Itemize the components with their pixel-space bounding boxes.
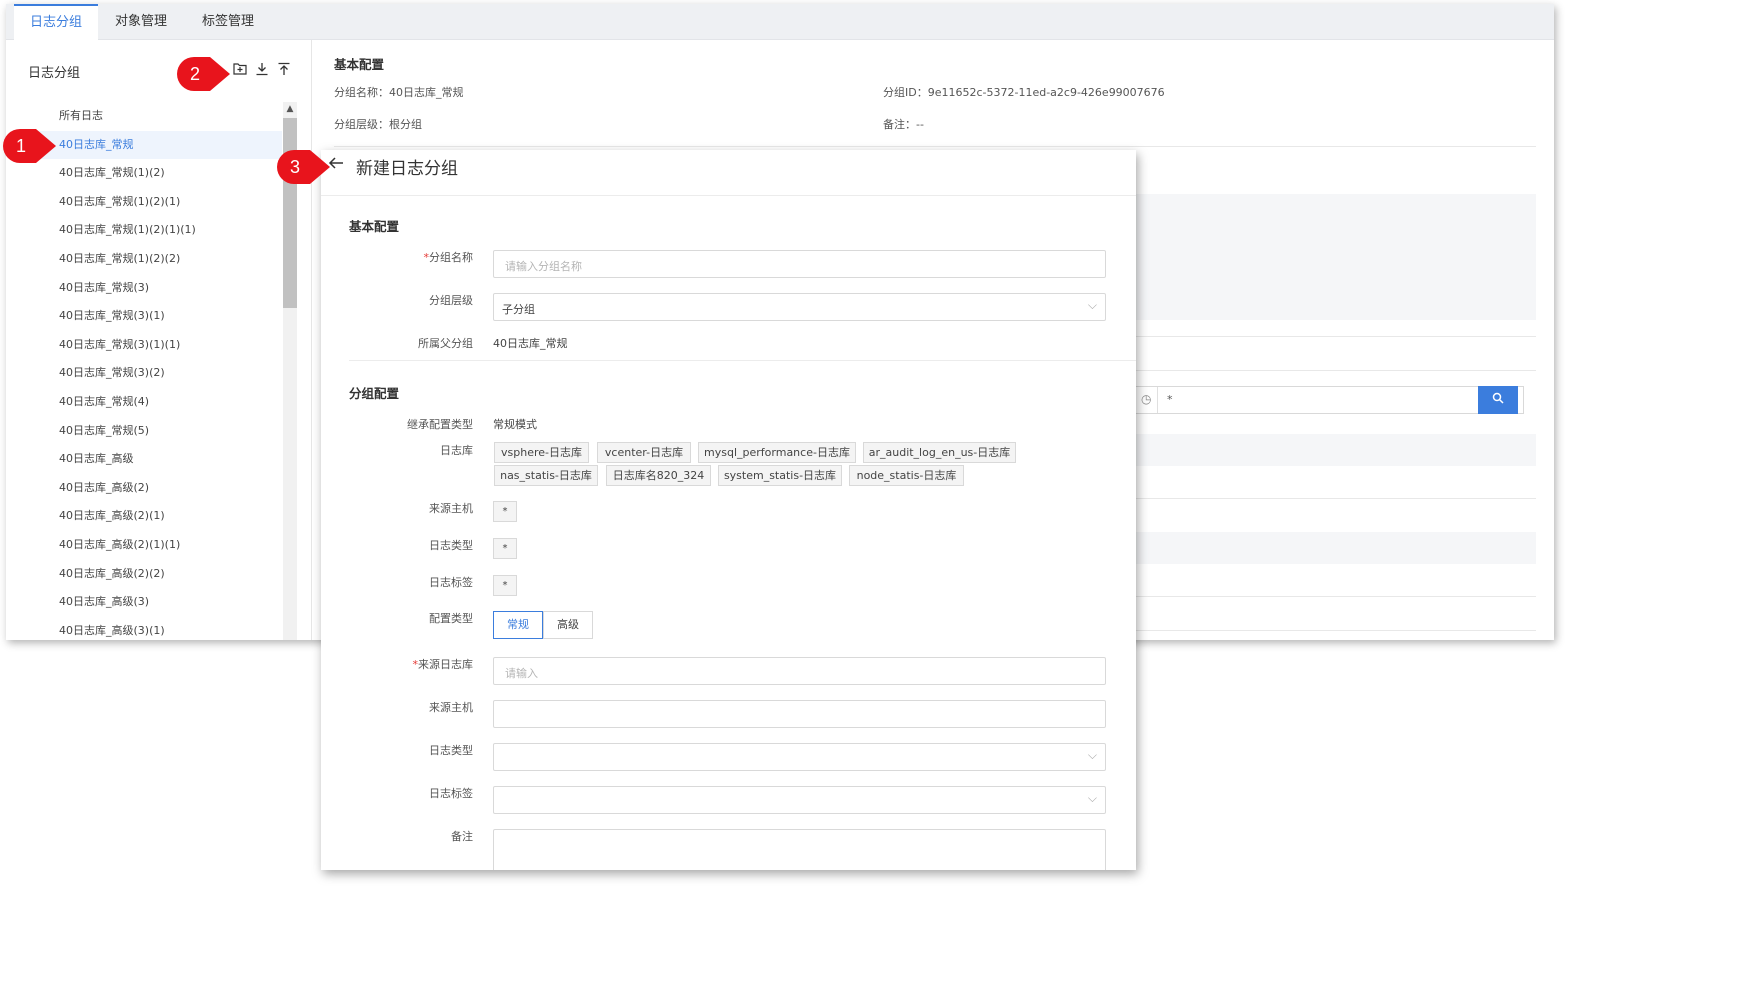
log-tag-select-label: 日志标签 bbox=[429, 787, 473, 800]
source-repo-label: *来源日志库 bbox=[412, 658, 474, 671]
tree-item[interactable]: 40日志库_常规(3)(2) bbox=[24, 359, 282, 388]
tree-item[interactable]: 40日志库_常规(1)(2)(2) bbox=[24, 245, 282, 274]
log-tag-select[interactable]: ⌵ bbox=[493, 786, 1106, 814]
folder-plus-icon[interactable] bbox=[233, 62, 247, 79]
parent-group-value: 40日志库_常规 bbox=[493, 337, 568, 350]
config-type-advanced-option[interactable]: 高级 bbox=[543, 611, 593, 639]
remark-textarea[interactable] bbox=[493, 829, 1106, 870]
callout-marker-3: 3 bbox=[277, 150, 330, 184]
new-log-group-panel: 新建日志分组 基本配置 *分组名称 请输入分组名称 分组层级 子分组 ⌵ 所属父… bbox=[321, 150, 1136, 870]
tab-tag-management[interactable]: 标签管理 bbox=[188, 4, 268, 40]
tree-item[interactable]: 40日志库_高级(3)(1) bbox=[24, 617, 282, 640]
detail-group-name: 分组名称：40日志库_常规 bbox=[334, 86, 464, 99]
sidebar-title: 日志分组 bbox=[28, 66, 81, 81]
table-row bbox=[1132, 434, 1536, 466]
tree-item[interactable]: 40日志库_常规(1)(2)(1)(1) bbox=[24, 216, 282, 245]
table-row bbox=[1132, 532, 1536, 564]
group-name-input[interactable]: 请输入分组名称 bbox=[493, 250, 1106, 278]
log-type-tag: * bbox=[493, 538, 517, 559]
basic-config-section-title: 基本配置 bbox=[349, 219, 400, 234]
log-tag-label: 日志标签 bbox=[429, 576, 473, 589]
group-config-section-title: 分组配置 bbox=[349, 386, 400, 401]
scroll-thumb[interactable] bbox=[283, 118, 297, 308]
inherit-type-label: 继承配置类型 bbox=[407, 418, 473, 431]
detail-group-id: 分组ID：9e11652c-5372-11ed-a2c9-426e9900767… bbox=[883, 86, 1165, 99]
divider bbox=[1132, 498, 1536, 499]
tree-item-all-logs[interactable]: 所有日志 bbox=[24, 102, 282, 131]
tree-item[interactable]: 40日志库_常规 bbox=[24, 130, 282, 160]
tree-item[interactable]: 40日志库_常规(3)(1) bbox=[24, 302, 282, 331]
group-level-label: 分组层级 bbox=[429, 294, 473, 307]
download-icon[interactable] bbox=[255, 62, 269, 79]
clock-icon[interactable]: ◷ bbox=[1141, 392, 1151, 406]
chevron-down-icon: ⌵ bbox=[1087, 298, 1097, 312]
inherit-type-value: 常规模式 bbox=[493, 418, 537, 431]
log-repo-tag: 日志库名820_324 bbox=[606, 465, 711, 486]
log-repo-label: 日志库 bbox=[440, 444, 473, 457]
chevron-down-icon: ⌵ bbox=[1087, 791, 1097, 805]
tree-item[interactable]: 40日志库_高级(2)(1) bbox=[24, 502, 282, 531]
group-level-select[interactable]: 子分组 ⌵ bbox=[493, 293, 1106, 321]
log-type-select[interactable]: ⌵ bbox=[493, 743, 1106, 771]
chevron-down-icon: ⌵ bbox=[1087, 748, 1097, 762]
search-query-input[interactable]: ◷ * bbox=[1132, 386, 1524, 414]
log-repo-tag: node_statis-日志库 bbox=[849, 465, 964, 486]
log-tag-tag: * bbox=[493, 575, 517, 596]
callout-marker-1: 1 bbox=[3, 129, 56, 163]
tree-item[interactable]: 40日志库_常规(1)(2) bbox=[24, 159, 282, 188]
search-button[interactable] bbox=[1478, 386, 1518, 414]
log-repo-tag: nas_statis-日志库 bbox=[494, 465, 598, 486]
config-type-normal-option[interactable]: 常规 bbox=[493, 611, 543, 639]
tree-item[interactable]: 40日志库_常规(3) bbox=[24, 274, 282, 303]
log-type-label: 日志类型 bbox=[429, 539, 473, 552]
divider bbox=[1132, 596, 1536, 597]
top-tab-bar: 日志分组 对象管理 标签管理 bbox=[6, 4, 1554, 40]
tree-item[interactable]: 40日志库_高级(3) bbox=[24, 588, 282, 617]
log-repo-tag: ar_audit_log_en_us-日志库 bbox=[863, 442, 1016, 463]
tree-item[interactable]: 40日志库_高级(2)(2) bbox=[24, 560, 282, 589]
search-icon bbox=[1492, 392, 1504, 404]
log-repo-tag: mysql_performance-日志库 bbox=[698, 442, 856, 463]
parent-group-label: 所属父分组 bbox=[418, 337, 473, 350]
tab-object-management[interactable]: 对象管理 bbox=[102, 4, 180, 40]
config-type-label: 配置类型 bbox=[429, 612, 473, 625]
svg-text:1: 1 bbox=[16, 136, 26, 156]
source-host-input-label: 来源主机 bbox=[429, 701, 473, 714]
detail-group-level: 分组层级：根分组 bbox=[334, 118, 422, 131]
tab-log-group[interactable]: 日志分组 bbox=[14, 4, 98, 40]
svg-text:3: 3 bbox=[290, 157, 300, 177]
log-repo-tag: vcenter-日志库 bbox=[597, 442, 691, 463]
log-group-tree: 所有日志 40日志库_常规 40日志库_常规(1)(2) 40日志库_常规(1)(2)… bbox=[24, 102, 282, 640]
log-repo-tag: vsphere-日志库 bbox=[494, 442, 589, 463]
tree-item[interactable]: 40日志库_高级 bbox=[24, 445, 282, 474]
log-repo-tag: system_statis-日志库 bbox=[718, 465, 842, 486]
upload-icon[interactable] bbox=[277, 62, 291, 79]
source-repo-input[interactable]: 请输入 bbox=[493, 657, 1106, 685]
source-host-input[interactable] bbox=[493, 700, 1106, 728]
source-host-label: 来源主机 bbox=[429, 502, 473, 515]
tree-item[interactable]: 40日志库_常规(1)(2)(1) bbox=[24, 188, 282, 217]
panel-title: 新建日志分组 bbox=[356, 159, 458, 179]
tree-item[interactable]: 40日志库_常规(5) bbox=[24, 417, 282, 446]
remark-label: 备注 bbox=[451, 830, 473, 843]
divider bbox=[1132, 630, 1536, 631]
group-name-label: *分组名称 bbox=[423, 251, 474, 264]
scroll-up-icon[interactable]: ▲ bbox=[283, 102, 297, 116]
tree-item[interactable]: 40日志库_常规(3)(1)(1) bbox=[24, 331, 282, 360]
svg-text:2: 2 bbox=[190, 64, 200, 84]
search-query-value: * bbox=[1167, 393, 1173, 406]
detail-section-title: 基本配置 bbox=[334, 57, 385, 72]
detail-note: 备注：-- bbox=[883, 118, 924, 131]
tree-item[interactable]: 40日志库_常规(4) bbox=[24, 388, 282, 417]
callout-marker-2: 2 bbox=[177, 57, 230, 91]
tree-item[interactable]: 40日志库_高级(2)(1)(1) bbox=[24, 531, 282, 560]
divider bbox=[334, 146, 1536, 147]
tree-item[interactable]: 40日志库_高级(2) bbox=[24, 474, 282, 503]
log-type-select-label: 日志类型 bbox=[429, 744, 473, 757]
source-host-tag: * bbox=[493, 501, 517, 522]
